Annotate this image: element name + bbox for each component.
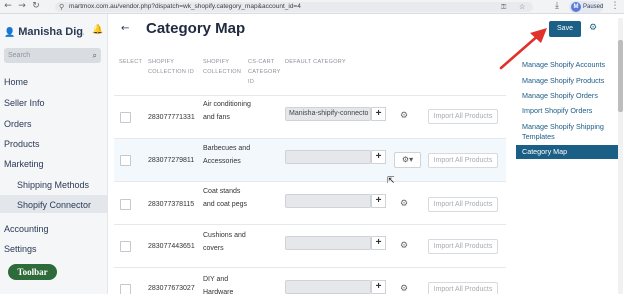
table-row: 283077771331 Air conditioning and fans M… xyxy=(114,95,506,138)
table-row: 283077279811 Barbecues and Accessories +… xyxy=(114,138,506,181)
link-manage-shopify-products[interactable]: Manage Shopify Products xyxy=(522,76,618,86)
collection-name: Barbecues and Accessories xyxy=(203,145,251,165)
scrollbar-thumb[interactable] xyxy=(618,40,623,112)
row-select-checkbox[interactable] xyxy=(120,284,131,294)
collection-name: Air conditioning and fans xyxy=(203,101,251,121)
profile-avatar: M xyxy=(571,2,581,12)
default-category-select[interactable] xyxy=(285,150,371,164)
gear-icon[interactable]: ⚙ xyxy=(400,111,408,121)
store-name-label: Manisha Dig... xyxy=(18,26,84,38)
toolbar-badge[interactable]: Toolbar xyxy=(8,264,57,280)
header-select: SELECT xyxy=(119,59,143,65)
forward-icon[interactable]: → xyxy=(17,1,27,12)
table-row: 283077378115 Coat stands and coat pegs +… xyxy=(114,181,506,224)
add-category-button[interactable]: + xyxy=(371,194,386,208)
collection-id: 283077443651 xyxy=(148,243,195,250)
annotation-arrow-icon xyxy=(499,28,547,70)
gear-icon[interactable]: ⚙ xyxy=(400,241,408,251)
add-category-button[interactable]: + xyxy=(371,280,386,294)
sidebar-item-home[interactable]: Home xyxy=(4,77,28,87)
import-all-products-button[interactable]: Import All Products xyxy=(428,197,498,212)
sidebar-item-shipping-methods[interactable]: Shipping Methods xyxy=(17,180,89,190)
gear-icon[interactable]: ⚙ xyxy=(400,199,408,209)
default-category-select[interactable]: Manisha-shipify-connecto xyxy=(285,107,371,121)
gear-icon[interactable]: ⚙ xyxy=(400,284,408,294)
address-bar[interactable]: ⚲ martmox.com.au/vendor.php?dispatch=wk_… xyxy=(55,2,533,12)
profile-chip[interactable]: M Paused xyxy=(569,1,603,13)
import-all-products-button[interactable]: Import All Products xyxy=(428,109,498,124)
browser-menu-icon[interactable]: ⋮ xyxy=(610,1,620,12)
gear-dropdown-button[interactable]: ⚙▾ xyxy=(394,152,421,168)
sidebar-search[interactable]: Search ⌕ xyxy=(4,48,101,63)
page-title: Category Map xyxy=(146,20,246,37)
profile-status: Paused xyxy=(583,4,604,10)
reload-icon[interactable]: ↻ xyxy=(31,1,41,12)
collection-name: Coat stands and coat pegs xyxy=(203,188,247,208)
settings-gear-icon[interactable]: ⚙ xyxy=(589,23,597,33)
password-key-icon[interactable]: ⚿ xyxy=(501,2,506,12)
collection-name: DIY and Hardware xyxy=(203,276,234,294)
bookmark-star-icon[interactable]: ☆ xyxy=(519,2,525,12)
site-info-icon[interactable]: ⚲ xyxy=(59,2,64,12)
search-icon[interactable]: ⌕ xyxy=(93,48,97,63)
import-all-products-button[interactable]: Import All Products xyxy=(428,153,498,168)
link-category-map[interactable]: Category Map xyxy=(516,145,619,159)
browser-toolbar: ← → ↻ ⚲ martmox.com.au/vendor.php?dispat… xyxy=(0,0,624,14)
default-category-select[interactable] xyxy=(285,236,371,250)
sidebar-item-accounting[interactable]: Accounting xyxy=(4,224,49,234)
collection-id: 283077378115 xyxy=(148,201,195,208)
sidebar-item-seller-info[interactable]: Seller Info xyxy=(4,98,45,108)
bell-icon[interactable]: 🔔 xyxy=(92,25,103,35)
header-cs-cart-category-id: CS-CART CATEGORY ID xyxy=(248,59,281,85)
mouse-cursor-icon: ⇱ xyxy=(387,176,395,186)
table-row: 283077673027 DIY and Hardware + ⚙ Import… xyxy=(114,267,506,294)
header-collection: SHOPIFY COLLECTION xyxy=(203,59,242,75)
row-select-checkbox[interactable] xyxy=(120,155,131,166)
back-arrow-icon[interactable]: ← xyxy=(121,23,129,34)
collection-id: 283077771331 xyxy=(148,114,195,121)
row-select-checkbox[interactable] xyxy=(120,199,131,210)
store-name[interactable]: 👤Manisha Dig... xyxy=(4,26,84,38)
default-category-select[interactable] xyxy=(285,280,371,294)
vendor-sidebar: 👤Manisha Dig... 🔔 Search ⌕ Home Seller I… xyxy=(0,14,108,294)
collection-name: Cushions and covers xyxy=(203,232,246,252)
sidebar-item-marketing[interactable]: Marketing xyxy=(4,159,44,169)
link-manage-shopify-shipping-templates[interactable]: Manage Shopify Shipping Templates xyxy=(522,122,618,142)
back-icon[interactable]: ← xyxy=(3,1,13,12)
sidebar-item-settings[interactable]: Settings xyxy=(4,244,37,254)
header-default-category: DEFAULT CATEGORY xyxy=(285,59,346,65)
sidebar-item-products[interactable]: Products xyxy=(4,139,40,149)
url-text: martmox.com.au/vendor.php?dispatch=wk_sh… xyxy=(69,3,301,10)
default-category-select[interactable] xyxy=(285,194,371,208)
table-row: 283077443651 Cushions and covers + ⚙ Imp… xyxy=(114,224,506,267)
link-import-shopify-orders[interactable]: Import Shopify Orders xyxy=(522,106,618,116)
row-select-checkbox[interactable] xyxy=(120,112,131,123)
page-scrollbar[interactable] xyxy=(618,18,623,294)
collection-id: 283077673027 xyxy=(148,285,195,292)
add-category-button[interactable]: + xyxy=(371,150,386,164)
add-category-button[interactable]: + xyxy=(371,236,386,250)
header-collection-id: SHOPIFY COLLECTION ID xyxy=(148,59,195,75)
add-category-button[interactable]: + xyxy=(371,107,386,121)
search-placeholder: Search xyxy=(8,52,31,59)
import-all-products-button[interactable]: Import All Products xyxy=(428,282,498,294)
save-button[interactable]: Save xyxy=(549,21,581,37)
sidebar-item-orders[interactable]: Orders xyxy=(4,119,32,129)
import-all-products-button[interactable]: Import All Products xyxy=(428,239,498,254)
collection-id: 283077279811 xyxy=(148,157,195,164)
row-select-checkbox[interactable] xyxy=(120,241,131,252)
user-icon: 👤 xyxy=(4,28,16,38)
link-manage-shopify-orders[interactable]: Manage Shopify Orders xyxy=(522,91,618,101)
sidebar-item-shopify-connector[interactable]: Shopify Connector xyxy=(17,200,91,210)
download-icon[interactable]: ⤓ xyxy=(552,1,562,12)
